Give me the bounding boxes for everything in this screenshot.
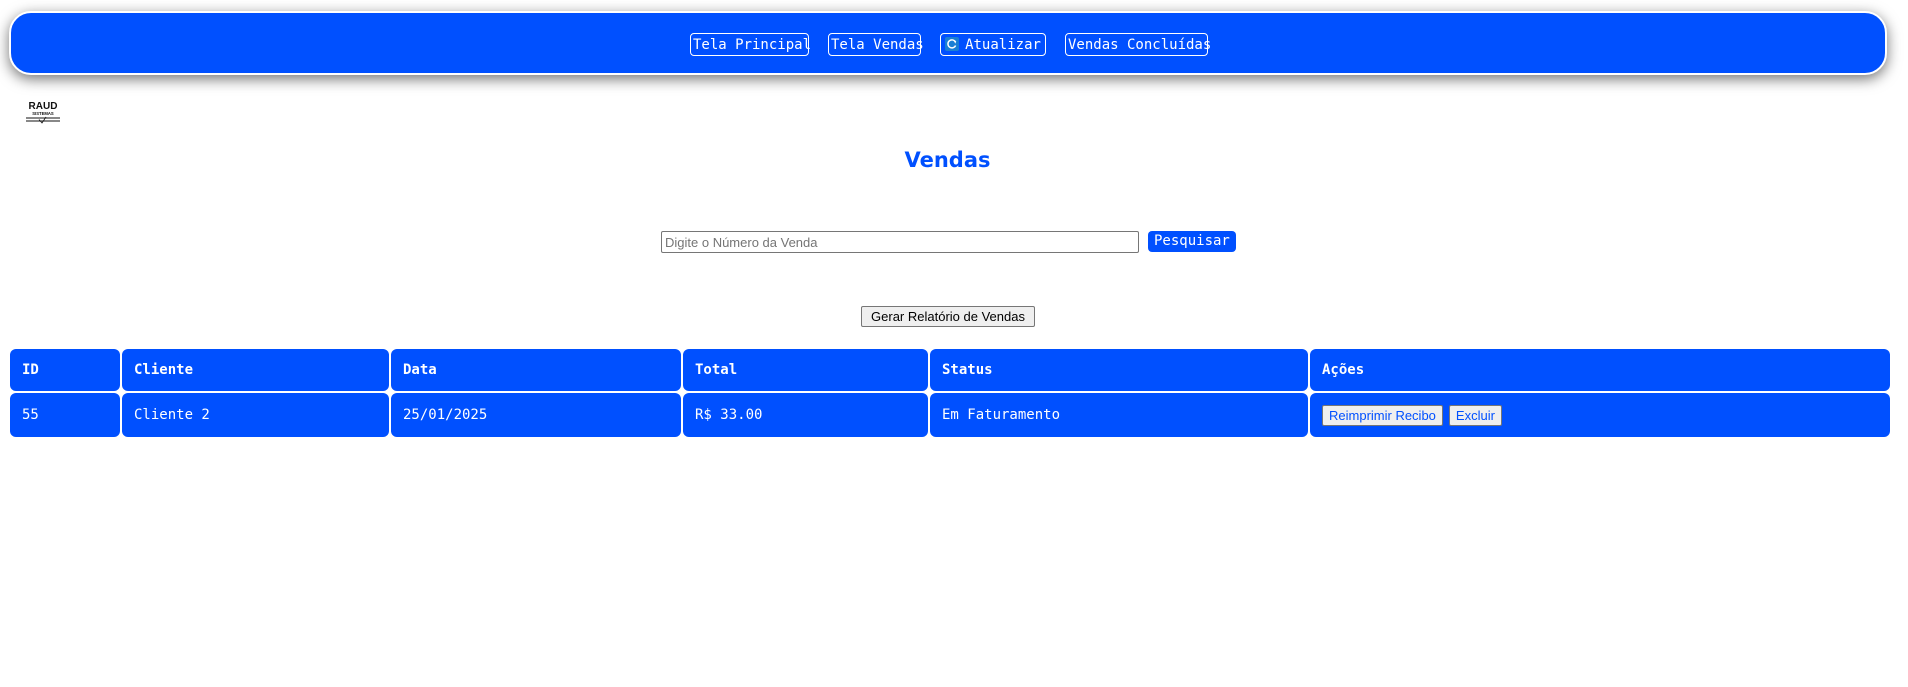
cell-status: Em Faturamento	[930, 393, 1308, 437]
company-logo: RAUD SISTEMAS	[25, 100, 61, 126]
generate-sales-report-button[interactable]: Gerar Relatório de Vendas	[861, 306, 1035, 327]
header-date: Data	[391, 349, 681, 391]
cell-actions: Reimprimir Recibo Excluir	[1310, 393, 1890, 437]
header-id: ID	[10, 349, 120, 391]
sale-number-search-input[interactable]	[661, 231, 1139, 253]
sales-table: ID Cliente Data Total Status Ações 55 Cl…	[8, 347, 1892, 439]
nav-home-button[interactable]: Tela Principal	[690, 33, 811, 56]
table-row: 55 Cliente 2 25/01/2025 R$ 33.00 Em Fatu…	[10, 393, 1890, 437]
header-actions: Ações	[1310, 349, 1890, 391]
cell-total: R$ 33.00	[683, 393, 928, 437]
reprint-receipt-button[interactable]: Reimprimir Recibo	[1322, 404, 1443, 426]
top-navbar: Tela Principal Tela Vendas Atualizar Ven…	[9, 11, 1887, 75]
cell-client: Cliente 2	[122, 393, 389, 437]
cell-date: 25/01/2025	[391, 393, 681, 437]
logo-subtext: SISTEMAS	[32, 111, 54, 116]
header-total: Total	[683, 349, 928, 391]
search-button[interactable]: Pesquisar	[1148, 231, 1236, 252]
table-header-row: ID Cliente Data Total Status Ações	[10, 349, 1890, 391]
nav-sales-button[interactable]: Tela Vendas	[828, 33, 924, 56]
header-client: Cliente	[122, 349, 389, 391]
cell-id: 55	[10, 393, 120, 437]
header-status: Status	[930, 349, 1308, 391]
delete-sale-button[interactable]: Excluir	[1448, 404, 1502, 426]
nav-refresh-label: Atualizar	[965, 36, 1041, 53]
nav-completed-sales-button[interactable]: Vendas Concluídas	[1065, 33, 1211, 56]
nav-refresh-button[interactable]: Atualizar	[940, 33, 1046, 56]
page-title: Vendas	[904, 148, 991, 172]
refresh-icon	[945, 36, 960, 51]
